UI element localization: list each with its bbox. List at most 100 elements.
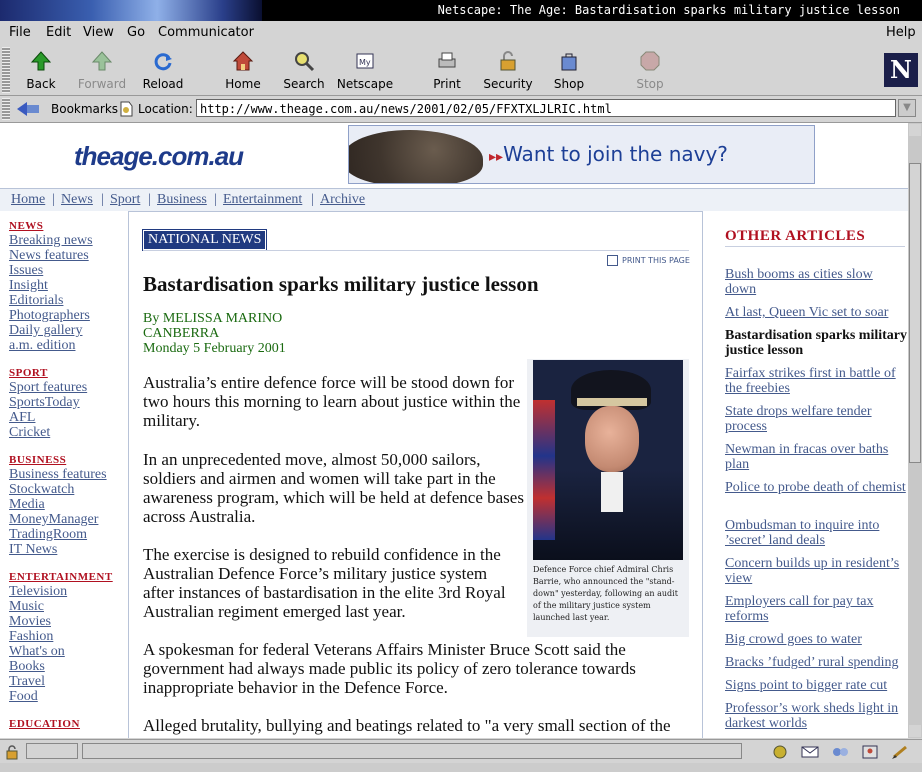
left-link[interactable]: Editorials xyxy=(9,293,63,309)
nav-home[interactable]: Home xyxy=(11,192,45,208)
left-link[interactable]: IT News xyxy=(9,542,57,558)
divider xyxy=(725,246,905,247)
vertical-scrollbar[interactable] xyxy=(908,123,922,738)
article-photo-box: Defence Force chief Admiral Chris Barrie… xyxy=(527,359,689,637)
left-link[interactable]: TradingRoom xyxy=(9,527,87,543)
nav-news[interactable]: News xyxy=(61,192,93,208)
menu-edit[interactable]: Edit xyxy=(46,25,71,40)
page-proxy-icon[interactable] xyxy=(118,100,134,118)
other-article-link[interactable]: Big crowd goes to water xyxy=(725,632,907,647)
left-link[interactable]: a.m. edition xyxy=(9,338,76,354)
left-link[interactable]: Television xyxy=(9,584,67,600)
nav-archive[interactable]: Archive xyxy=(320,192,365,208)
bookmarks-button[interactable]: Bookmarks xyxy=(51,102,118,116)
other-article-link[interactable]: Concern builds up in resident’s view xyxy=(725,556,907,586)
left-link[interactable]: Insight xyxy=(9,278,48,294)
navigation-toolbar: Back Forward Reload Home Search My Netsc… xyxy=(0,45,922,96)
left-link[interactable]: What's on xyxy=(9,644,65,660)
article-location: CANBERRA xyxy=(143,326,220,341)
netscape-button[interactable]: My Netscape xyxy=(335,47,395,93)
netscape-n-logo[interactable]: N xyxy=(884,53,918,87)
other-article-link[interactable]: State drops welfare tender process xyxy=(725,404,907,434)
other-article-link[interactable]: Fairfax strikes first in battle of the f… xyxy=(725,366,907,396)
scroll-down-button[interactable] xyxy=(909,725,921,737)
section-news-title[interactable]: NEWS xyxy=(9,220,43,232)
other-article-link[interactable]: Bush booms as cities slow down xyxy=(725,267,907,297)
admiral-photo[interactable] xyxy=(533,360,683,560)
menu-communicator[interactable]: Communicator xyxy=(158,25,254,40)
section-entertainment-title[interactable]: ENTERTAINMENT xyxy=(9,571,113,583)
my-netscape-icon: My xyxy=(356,53,374,69)
left-link[interactable]: Stockwatch xyxy=(9,482,74,498)
netscape-label: Netscape xyxy=(336,77,394,91)
left-link[interactable]: Cricket xyxy=(9,425,50,441)
left-link[interactable]: MoneyManager xyxy=(9,512,98,528)
nav-business[interactable]: Business xyxy=(157,192,207,208)
locationbar-grip[interactable] xyxy=(2,98,10,120)
url-input[interactable]: http://www.theage.com.au/news/2001/02/05… xyxy=(196,99,896,117)
other-article-link[interactable]: At last, Queen Vic set to soar xyxy=(725,305,907,320)
scroll-up-button[interactable] xyxy=(909,124,921,136)
back-label: Back xyxy=(26,77,56,91)
forward-button[interactable]: Forward xyxy=(72,47,132,93)
other-article-link[interactable]: Newman in fracas over baths plan xyxy=(725,442,907,472)
left-link[interactable]: Media xyxy=(9,497,45,513)
other-article-link[interactable]: Signs point to bigger rate cut xyxy=(725,678,907,693)
stop-button[interactable]: Stop xyxy=(620,47,680,93)
menu-view[interactable]: View xyxy=(83,25,114,40)
left-link[interactable]: Books xyxy=(9,659,45,675)
scroll-thumb[interactable] xyxy=(909,163,921,463)
reload-button[interactable]: Reload xyxy=(133,47,193,93)
section-business-title[interactable]: BUSINESS xyxy=(9,454,66,466)
left-link[interactable]: Music xyxy=(9,599,44,615)
left-link[interactable]: Business features xyxy=(9,467,107,483)
left-link[interactable]: Photographers xyxy=(9,308,90,324)
left-link[interactable]: Travel xyxy=(9,674,45,690)
other-article-link[interactable]: Police to probe death of chemist xyxy=(725,480,907,495)
security-button[interactable]: Security xyxy=(478,47,538,93)
navigator-component-icon[interactable] xyxy=(770,744,790,760)
left-link[interactable]: SportsToday xyxy=(9,395,80,411)
search-button[interactable]: Search xyxy=(274,47,334,93)
newsgroups-component-icon[interactable] xyxy=(830,744,850,760)
section-tag[interactable]: NATIONAL NEWS xyxy=(141,229,268,251)
url-dropdown-button[interactable]: ▼ xyxy=(898,99,916,117)
other-article-link[interactable]: Employers call for pay tax reforms xyxy=(725,594,907,624)
menu-help[interactable]: Help xyxy=(886,25,916,40)
home-button[interactable]: Home xyxy=(213,47,273,93)
theage-logo[interactable]: theage.com.au xyxy=(74,141,244,172)
left-link[interactable]: Food xyxy=(9,689,38,705)
nav-entertainment[interactable]: Entertainment xyxy=(223,192,302,208)
composer-component-icon[interactable] xyxy=(890,744,910,760)
left-link[interactable]: AFL xyxy=(9,410,35,426)
left-link[interactable]: Daily gallery xyxy=(9,323,82,339)
home-icon xyxy=(232,51,254,71)
nav-sport[interactable]: Sport xyxy=(110,192,140,208)
navy-ad-banner[interactable]: ▸▸Want to join the navy? xyxy=(348,125,815,184)
section-education-title[interactable]: EDUCATION xyxy=(9,718,80,730)
other-article-link[interactable]: Bracks ’fudged’ rural spending xyxy=(725,655,907,670)
section-sport-title[interactable]: SPORT xyxy=(9,367,48,379)
other-article-link[interactable]: Professor’s work sheds light in darkest … xyxy=(725,701,907,731)
other-article-link[interactable]: Ombudsman to inquire into ’secret’ land … xyxy=(725,518,907,548)
shop-button[interactable]: Shop xyxy=(539,47,599,93)
mail-component-icon[interactable] xyxy=(800,744,820,760)
print-this-page-link[interactable]: PRINT THIS PAGE xyxy=(607,255,690,266)
left-link[interactable]: News features xyxy=(9,248,89,264)
menu-go[interactable]: Go xyxy=(127,25,145,40)
left-link[interactable]: Breaking news xyxy=(9,233,93,249)
toolbar-grip[interactable] xyxy=(2,47,10,93)
left-link[interactable]: Movies xyxy=(9,614,51,630)
article-paragraph: Australia’s entire defence force will be… xyxy=(143,373,521,430)
menu-file[interactable]: File xyxy=(9,25,31,40)
left-link[interactable]: Sport features xyxy=(9,380,87,396)
left-link[interactable]: Fashion xyxy=(9,629,53,645)
security-lock-icon[interactable] xyxy=(4,744,20,760)
address-book-component-icon[interactable] xyxy=(860,744,880,760)
back-button[interactable]: Back xyxy=(11,47,71,93)
forward-arrow-icon xyxy=(91,51,113,71)
left-link[interactable]: Issues xyxy=(9,263,43,279)
print-button[interactable]: Print xyxy=(417,47,477,93)
bookmarks-icon[interactable] xyxy=(15,100,43,118)
page-viewport: theage.com.au ▸▸Want to join the navy? H… xyxy=(0,123,908,738)
